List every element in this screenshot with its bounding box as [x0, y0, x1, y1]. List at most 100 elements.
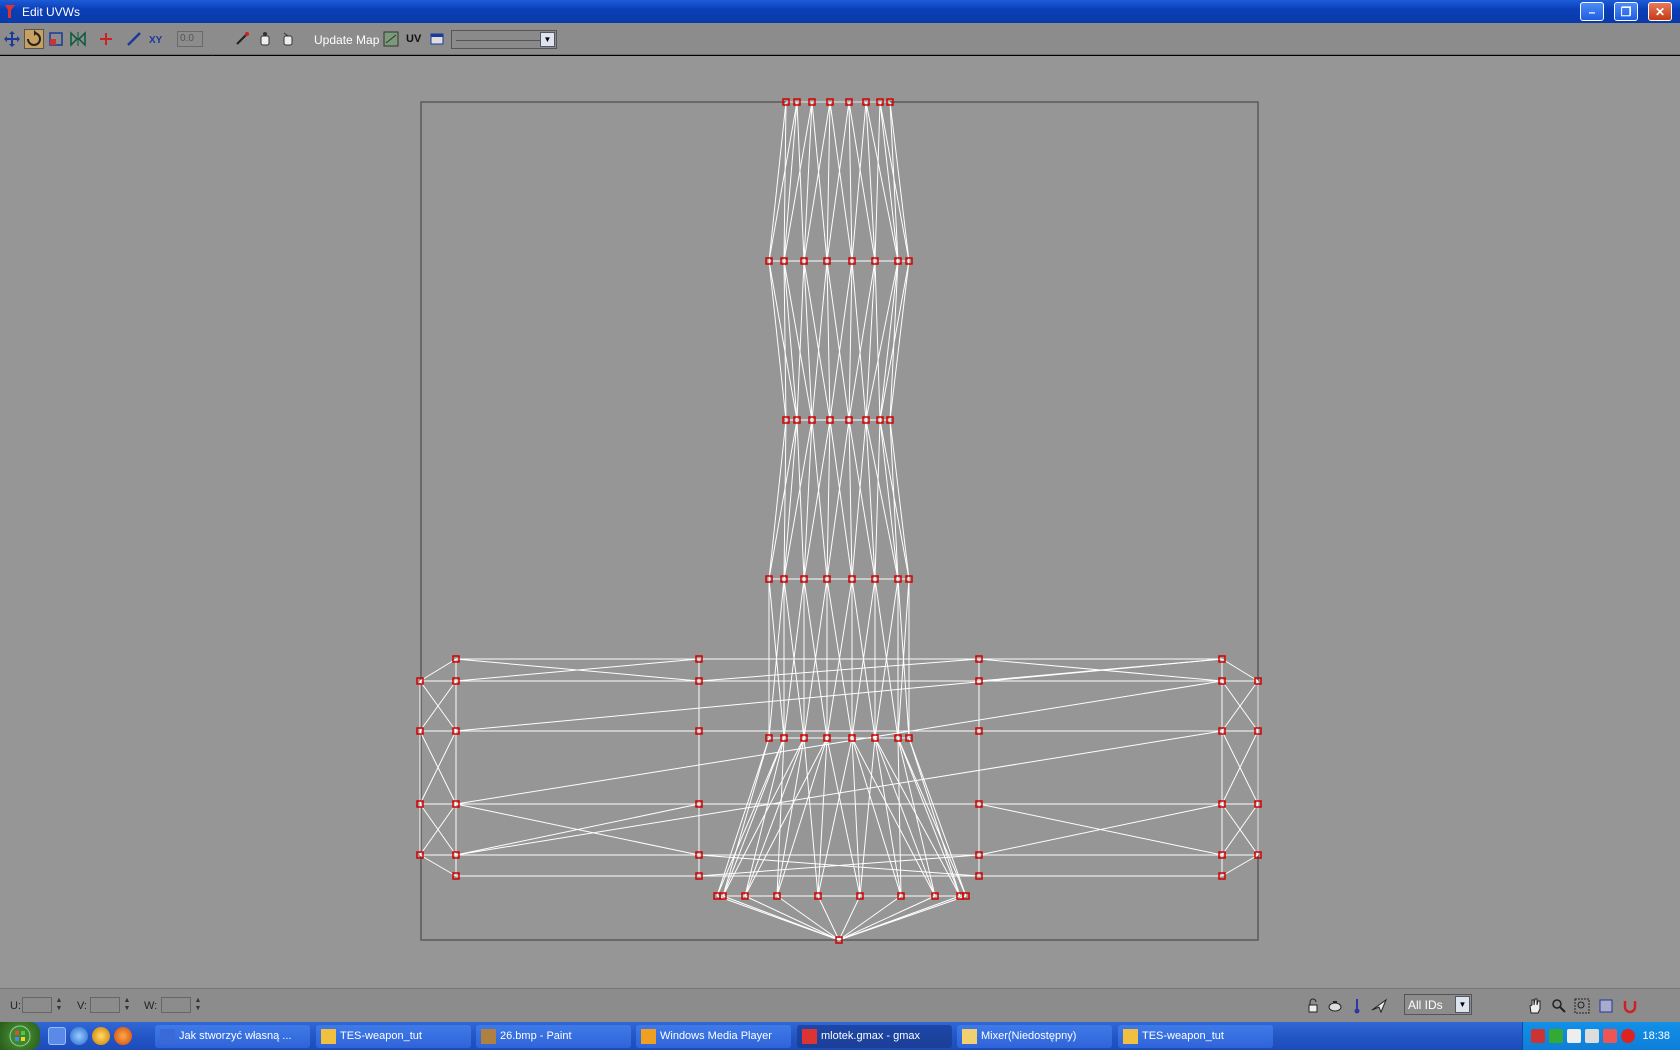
uv-edge [851, 737, 861, 897]
hide-button[interactable] [1325, 996, 1345, 1016]
uv-edge [829, 419, 853, 580]
tray-security-icon[interactable] [1603, 1029, 1617, 1043]
tray-shield-icon[interactable] [1585, 1029, 1599, 1043]
minimize-button[interactable]: – [1580, 2, 1604, 21]
start-button[interactable] [0, 1022, 40, 1050]
taskbar-button[interactable]: Windows Media Player [636, 1025, 791, 1048]
v-coordinate-field[interactable] [90, 997, 120, 1013]
pick-tool-button[interactable] [232, 29, 252, 49]
taskbar-button-label: mlotek.gmax - gmax [821, 1030, 921, 1042]
w-coordinate-field[interactable] [161, 997, 191, 1013]
lock-selected-button[interactable] [1303, 996, 1323, 1016]
tray-volume-icon[interactable] [1567, 1029, 1581, 1043]
v-spinner[interactable]: ▲ ▼ [123, 997, 131, 1013]
uv-edge [826, 419, 850, 580]
paper-plane-icon [1371, 998, 1387, 1014]
update-map-button[interactable]: Update Map [314, 33, 379, 47]
uv-edge [744, 895, 840, 941]
uv-edge [817, 737, 853, 897]
uv-edge [879, 260, 910, 421]
target-weld-button[interactable] [278, 29, 298, 49]
freeform-mode-button[interactable] [124, 29, 144, 49]
zoom-extents-icon [1599, 999, 1613, 1013]
uv-editor-viewport[interactable] [0, 56, 1680, 988]
uv-edge [722, 737, 805, 897]
show-desktop-icon[interactable] [48, 1027, 66, 1045]
taskbar-button[interactable]: 26.bmp - Paint [476, 1025, 631, 1048]
tray-antivirus-icon[interactable] [1531, 1029, 1545, 1043]
uv-edge [838, 895, 936, 941]
mirror-tool-button[interactable] [68, 29, 88, 49]
uv-edge [419, 854, 457, 877]
status-bar: U: ▲ ▼ V: ▲ ▼ W: ▲ ▼ All IDs ▼ [0, 988, 1680, 1022]
taskbar-button-label: Jak stworzyć własną ... [179, 1030, 292, 1042]
rotate-tool-button[interactable] [24, 29, 44, 49]
scale-tool-button[interactable] [46, 29, 66, 49]
w-spinner[interactable]: ▲ ▼ [194, 997, 202, 1013]
options-button[interactable] [427, 29, 447, 49]
chevron-down-icon[interactable]: ▼ [540, 32, 555, 47]
show-map-button[interactable] [381, 29, 401, 49]
uv-edge [803, 737, 819, 897]
mail-icon [962, 1029, 977, 1044]
zoom-extents-button[interactable] [1596, 996, 1616, 1016]
scale-icon [49, 32, 63, 46]
tray-update-icon[interactable] [1621, 1029, 1635, 1043]
taskbar-button[interactable]: TES-weapon_tut [316, 1025, 471, 1048]
teapot-icon [1328, 1001, 1342, 1012]
uv-mesh-canvas[interactable] [0, 56, 1680, 988]
u-coordinate-field[interactable] [22, 997, 52, 1013]
checker-map-icon [383, 31, 399, 47]
mirror-icon [70, 31, 86, 47]
taskbar-button-label: TES-weapon_tut [1142, 1030, 1224, 1042]
pan-button[interactable] [1525, 996, 1545, 1016]
uv-edge [879, 101, 899, 262]
uv-edge [889, 419, 899, 580]
restore-button[interactable]: ❐ [1614, 2, 1638, 21]
uv-edge [455, 730, 1223, 856]
taskbar-button[interactable]: Jak stworzyć własną ... [155, 1025, 310, 1048]
taskbar-button[interactable]: TES-weapon_tut [1118, 1025, 1273, 1048]
uv-edge [851, 260, 867, 421]
uv-tile-border [420, 101, 1259, 941]
material-ids-select[interactable]: All IDs ▼ [1404, 994, 1472, 1015]
title-bar[interactable]: Edit UVWs – ❐ ✕ [0, 0, 1680, 23]
gmax-app-icon [5, 5, 15, 18]
uv-edge [776, 895, 840, 941]
internet-explorer-icon[interactable] [70, 1027, 88, 1045]
snap-button[interactable] [1620, 996, 1640, 1016]
axis-xy-button[interactable]: XY [148, 29, 168, 49]
expand-selection-button[interactable] [96, 29, 116, 49]
texture-map-dropdown[interactable]: ▼ [451, 30, 557, 49]
hand-icon [1529, 998, 1541, 1014]
spinner-value-field[interactable]: 0.0 [177, 31, 203, 47]
taskbar-button[interactable]: mlotek.gmax - gmax [797, 1025, 952, 1048]
zoom-region-button[interactable] [1572, 996, 1592, 1016]
uv-edge [826, 419, 831, 580]
move-tool-button[interactable] [2, 29, 22, 49]
v-label: V: [77, 1000, 87, 1012]
uv-edge [1221, 854, 1259, 877]
chevron-down-icon[interactable]: ▼ [1455, 996, 1470, 1013]
filter-selected-faces-button[interactable] [1369, 996, 1389, 1016]
uv-mode-label[interactable]: UV [406, 33, 421, 45]
media-player-icon [641, 1029, 656, 1044]
dropdown-empty-value [456, 40, 540, 41]
move-icon [4, 31, 20, 47]
taskbar-button[interactable]: Mixer(Niedostępny) [957, 1025, 1112, 1048]
tray-network-icon[interactable] [1549, 1029, 1563, 1043]
firefox-icon[interactable] [114, 1027, 132, 1045]
weld-button[interactable] [255, 29, 275, 49]
zoom-button[interactable] [1549, 996, 1569, 1016]
magnet-icon [1623, 1001, 1637, 1014]
uv-edge [879, 260, 899, 421]
freeze-button[interactable] [1347, 996, 1367, 1016]
zoom-region-icon [1574, 998, 1590, 1014]
media-icon[interactable] [92, 1027, 110, 1045]
close-button[interactable]: ✕ [1648, 2, 1672, 21]
paint-icon [481, 1029, 496, 1044]
taskbar-button-label: 26.bmp - Paint [500, 1030, 572, 1042]
uv-edge [838, 895, 902, 941]
u-spinner[interactable]: ▲ ▼ [55, 997, 63, 1013]
ids-select-value: All IDs [1408, 998, 1443, 1012]
